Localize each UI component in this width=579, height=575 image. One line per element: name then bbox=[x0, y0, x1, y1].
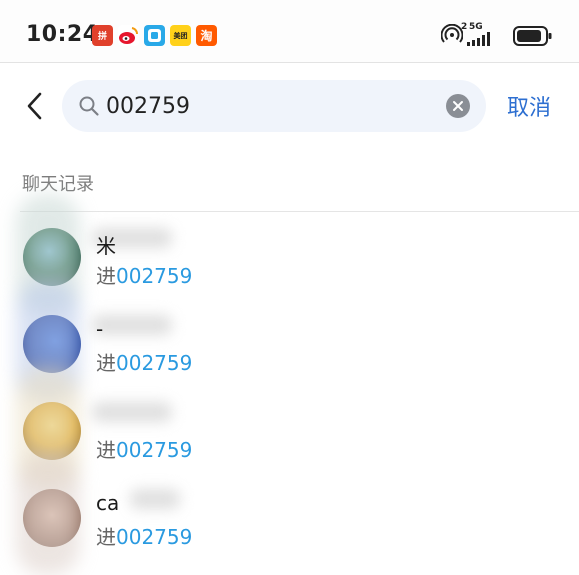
blur-overlay bbox=[16, 455, 80, 575]
clear-search-button[interactable] bbox=[446, 94, 470, 118]
chat-result-item[interactable]: ca 进002759 bbox=[0, 455, 579, 575]
message-snippet: 进002759 bbox=[96, 521, 192, 550]
contact-name: ca bbox=[96, 491, 120, 515]
matched-keyword: 002759 bbox=[116, 264, 193, 288]
book-icon bbox=[144, 25, 165, 46]
hotspot-icon bbox=[441, 24, 463, 43]
taobao-icon: 淘 bbox=[196, 25, 217, 46]
taobao-glyph: 淘 bbox=[200, 29, 213, 43]
battery-icon bbox=[513, 26, 552, 46]
name-smudge bbox=[92, 315, 172, 335]
snippet-prefix: 进 bbox=[96, 438, 116, 462]
signal-icon bbox=[467, 32, 490, 46]
status-bar: 10:24 拼 美团 淘 2 5G bbox=[0, 0, 579, 63]
matched-keyword: 002759 bbox=[116, 525, 193, 549]
search-box[interactable] bbox=[62, 80, 486, 132]
contact-name: - bbox=[96, 317, 104, 341]
snippet-prefix: 进 bbox=[96, 264, 116, 288]
matched-keyword: 002759 bbox=[116, 438, 193, 462]
snippet-prefix: 进 bbox=[96, 525, 116, 549]
chat-result-item[interactable]: 米 进002759 bbox=[0, 194, 579, 314]
name-smudge bbox=[92, 402, 172, 422]
pinduoduo-icon: 拼 bbox=[92, 25, 113, 46]
message-snippet: 进002759 bbox=[96, 347, 192, 376]
cancel-button[interactable]: 取消 bbox=[507, 90, 551, 122]
chat-result-item[interactable]: - 进002759 bbox=[0, 281, 579, 401]
pinduoduo-glyph: 拼 bbox=[97, 32, 107, 42]
meituan-icon: 美团 bbox=[170, 25, 191, 46]
snippet-prefix: 进 bbox=[96, 351, 116, 375]
matched-keyword: 002759 bbox=[116, 351, 193, 375]
contact-name: 米 bbox=[96, 234, 116, 258]
message-snippet: 进002759 bbox=[96, 434, 192, 463]
section-title: 聊天记录 bbox=[22, 174, 94, 195]
sim-label: 2 bbox=[461, 22, 468, 32]
network-label: 5G bbox=[469, 22, 483, 32]
name-smudge bbox=[130, 489, 180, 509]
chat-result-item[interactable]: 进002759 bbox=[0, 368, 579, 488]
back-button[interactable] bbox=[20, 88, 50, 124]
chevron-left-icon bbox=[27, 92, 42, 120]
meituan-glyph: 美团 bbox=[173, 31, 188, 40]
search-input[interactable] bbox=[106, 88, 436, 124]
status-time: 10:24 bbox=[26, 22, 99, 47]
weibo-icon bbox=[118, 25, 139, 46]
search-icon bbox=[79, 96, 99, 116]
message-snippet: 进002759 bbox=[96, 260, 192, 289]
close-icon bbox=[453, 101, 463, 111]
